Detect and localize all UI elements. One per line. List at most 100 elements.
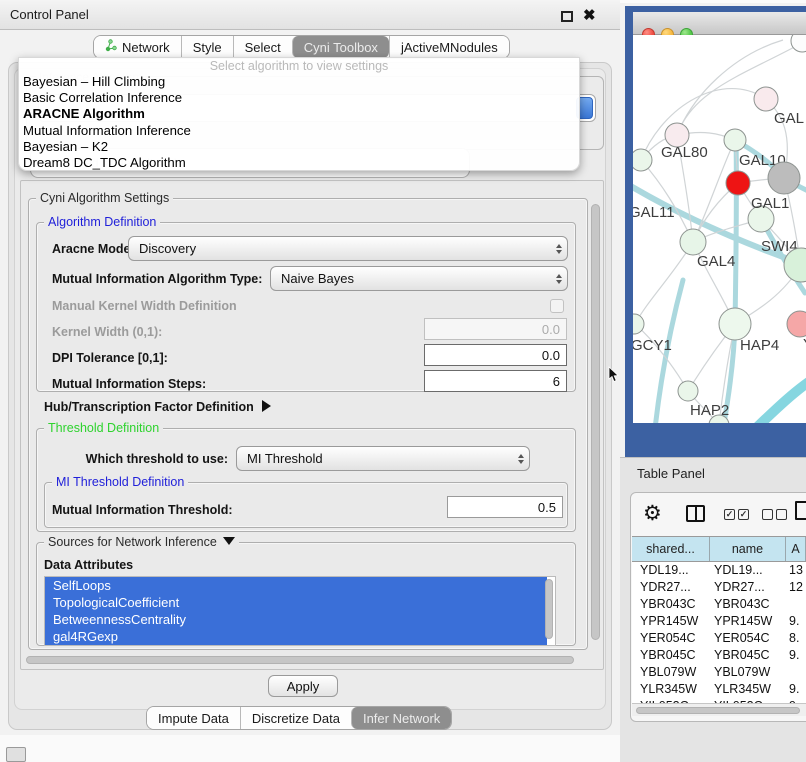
table-cell: 12 bbox=[786, 579, 806, 596]
table-header-row: shared...nameA bbox=[632, 536, 806, 562]
table-horizontal-scrollbar[interactable] bbox=[636, 707, 800, 714]
tab-label: jActiveMNodules bbox=[401, 40, 498, 55]
mi-type-value: Naive Bayes bbox=[281, 271, 354, 286]
aracne-mode-label: Aracne Mode: bbox=[52, 242, 135, 256]
table-cell: YLR345W bbox=[632, 681, 710, 698]
table-row[interactable]: YBR043CYBR043C bbox=[632, 596, 806, 613]
cyni-settings-group-title: Cyni Algorithm Settings bbox=[36, 191, 173, 205]
dpi-tolerance-field[interactable] bbox=[424, 344, 567, 366]
tab-label: Cyni Toolbox bbox=[304, 40, 378, 55]
column-header[interactable]: A bbox=[786, 537, 806, 561]
graph-node[interactable] bbox=[754, 87, 778, 111]
algorithm-option[interactable]: Dream8 DC_TDC Algorithm bbox=[19, 155, 579, 171]
graph-node-label: GAL80 bbox=[661, 144, 708, 161]
mi-type-combo[interactable]: Naive Bayes bbox=[270, 266, 568, 291]
hub-definition-expander[interactable]: Hub/Transcription Factor Definition bbox=[44, 400, 271, 414]
table-row[interactable]: YBL079WYBL079W bbox=[632, 664, 806, 681]
column-header[interactable]: name bbox=[710, 537, 786, 561]
graph-node-label: GAL4 bbox=[697, 253, 735, 270]
table-row[interactable]: YDL19...YDL19...13 bbox=[632, 562, 806, 579]
table-row[interactable]: YLR345WYLR345W9. bbox=[632, 681, 806, 698]
graph-node[interactable] bbox=[633, 149, 652, 171]
tab-discretize-data[interactable]: Discretize Data bbox=[240, 707, 351, 729]
graph-node[interactable] bbox=[724, 129, 746, 151]
export-table-icon[interactable] bbox=[795, 501, 806, 520]
dpi-tolerance-label: DPI Tolerance [0,1]: bbox=[52, 351, 168, 365]
data-attribute-item[interactable]: BetweennessCentrality bbox=[45, 611, 547, 628]
table-cell: 9. bbox=[786, 613, 806, 630]
deselect-all-checkbox-icon[interactable] bbox=[776, 509, 787, 520]
tab-jactivemnodules[interactable]: jActiveMNodules bbox=[389, 36, 509, 58]
sources-group-title[interactable]: Sources for Network Inference bbox=[44, 535, 239, 549]
tab-label: Infer Network bbox=[363, 711, 440, 726]
tab-infer-network[interactable]: Infer Network bbox=[351, 707, 451, 729]
tab-style[interactable]: Style bbox=[181, 36, 233, 58]
graph-node[interactable] bbox=[726, 171, 750, 195]
graph-node[interactable] bbox=[791, 35, 806, 52]
combo-stepper-icon bbox=[556, 274, 562, 284]
network-canvas[interactable]: GALGAL80GAL10GAL1GAL11GAL4SWI4GCY1HAP4YH… bbox=[633, 35, 806, 423]
popup-item-list: Bayesian – Hill ClimbingBasic Correlatio… bbox=[19, 74, 579, 171]
graph-node[interactable] bbox=[719, 308, 751, 340]
table-cell: YER054C bbox=[710, 630, 786, 647]
deselect-all-checkbox-icon[interactable] bbox=[762, 509, 773, 520]
which-threshold-combo[interactable]: MI Threshold bbox=[236, 446, 530, 471]
columns-icon[interactable] bbox=[686, 505, 705, 522]
graph-node-label: GAL1 bbox=[751, 195, 789, 212]
data-attribute-item[interactable]: TopologicalCoefficient bbox=[45, 594, 547, 611]
tab-select[interactable]: Select bbox=[233, 36, 292, 58]
table-cell: YBR043C bbox=[710, 596, 786, 613]
table-body: YDL19...YDL19...13YDR27...YDR27...12YBR0… bbox=[632, 562, 806, 703]
kernel-width-field[interactable] bbox=[424, 318, 567, 340]
table-cell: YLR345W bbox=[710, 681, 786, 698]
settings-horizontal-scrollbar[interactable] bbox=[26, 656, 574, 664]
gear-icon[interactable]: ⚙ bbox=[643, 501, 662, 526]
settings-vertical-scrollbar[interactable] bbox=[591, 204, 600, 640]
table-cell: 13 bbox=[786, 562, 806, 579]
algorithm-option[interactable]: Mutual Information Inference bbox=[19, 123, 579, 139]
algorithm-option[interactable]: Basic Correlation Inference bbox=[19, 90, 579, 106]
algorithm-option[interactable]: ARACNE Algorithm bbox=[19, 106, 579, 122]
graph-node[interactable] bbox=[680, 229, 706, 255]
table-row[interactable]: YBR045CYBR045C9. bbox=[632, 647, 806, 664]
aracne-mode-combo[interactable]: Discovery bbox=[128, 236, 568, 261]
table-cell: YBL079W bbox=[632, 664, 710, 681]
select-all-checkbox-icon[interactable]: ✓ bbox=[738, 509, 749, 520]
tab-label: Style bbox=[193, 40, 222, 55]
close-icon[interactable]: ✖ bbox=[583, 6, 596, 24]
tab-impute-data[interactable]: Impute Data bbox=[147, 707, 240, 729]
tab-label: Discretize Data bbox=[252, 711, 340, 726]
data-attribute-item[interactable]: gal4RGexp bbox=[45, 628, 547, 645]
network-window-titlebar[interactable] bbox=[633, 12, 806, 35]
kernel-width-label: Kernel Width (0,1): bbox=[52, 325, 162, 339]
graph-node[interactable] bbox=[678, 381, 698, 401]
mi-steps-field[interactable] bbox=[424, 370, 567, 392]
algorithm-definition-title: Algorithm Definition bbox=[44, 215, 160, 229]
table-row[interactable]: YER054CYER054C8. bbox=[632, 630, 806, 647]
select-all-checkbox-icon[interactable]: ✓ bbox=[724, 509, 735, 520]
manual-kernel-checkbox[interactable] bbox=[550, 299, 564, 313]
tab-network[interactable]: Network bbox=[94, 36, 181, 58]
apply-button[interactable]: Apply bbox=[268, 675, 338, 697]
data-attribute-item[interactable]: SelfLoops bbox=[45, 577, 547, 594]
mi-threshold-field[interactable] bbox=[447, 496, 563, 518]
bottom-left-widget-icon[interactable] bbox=[6, 747, 26, 762]
mouse-cursor bbox=[608, 366, 622, 384]
algorithm-dropdown-popup: Select algorithm to view settings Bayesi… bbox=[18, 57, 580, 171]
table-row[interactable]: YPR145WYPR145W9. bbox=[632, 613, 806, 630]
float-window-icon[interactable] bbox=[561, 11, 573, 22]
sources-title-text: Sources for Network Inference bbox=[48, 535, 217, 549]
graph-node[interactable] bbox=[787, 311, 806, 337]
graph-node-label: GCY1 bbox=[633, 337, 672, 354]
control-panel-titlebar: Control Panel bbox=[0, 0, 620, 30]
table-cell: YER054C bbox=[632, 630, 710, 647]
attribute-list-scrollbar[interactable] bbox=[545, 579, 553, 639]
table-row[interactable]: YDR27...YDR27...12 bbox=[632, 579, 806, 596]
algorithm-option[interactable]: Bayesian – K2 bbox=[19, 139, 579, 155]
column-header[interactable]: shared... bbox=[632, 537, 710, 561]
tab-cyni-toolbox[interactable]: Cyni Toolbox bbox=[292, 36, 389, 58]
table-cell: YPR145W bbox=[710, 613, 786, 630]
algorithm-option[interactable]: Bayesian – Hill Climbing bbox=[19, 74, 579, 90]
graph-node[interactable] bbox=[768, 162, 800, 194]
table-cell: YBR045C bbox=[710, 647, 786, 664]
